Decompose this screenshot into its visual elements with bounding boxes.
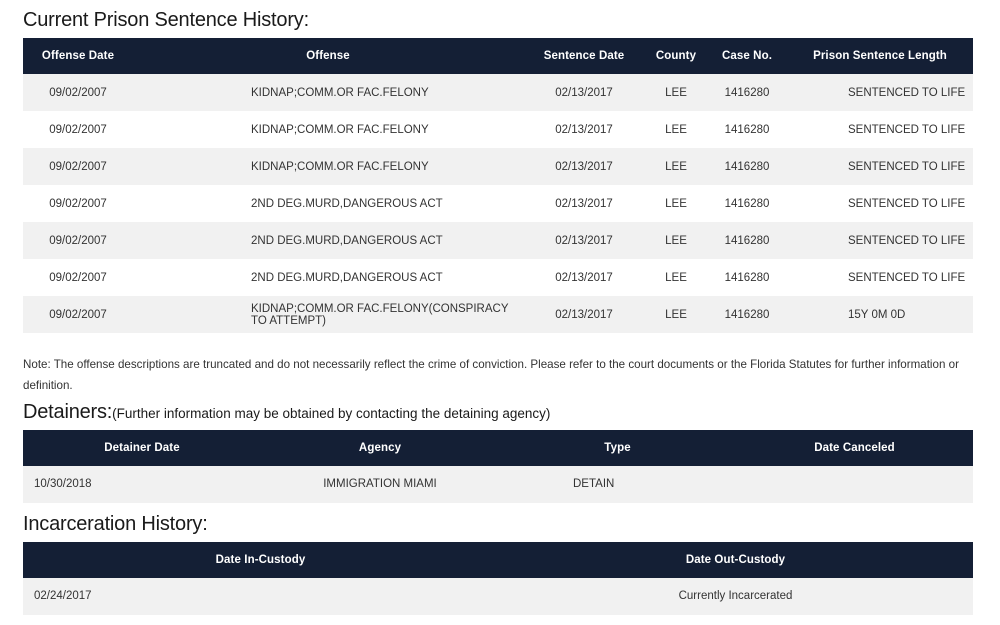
cell-case-no: 1416280 — [724, 160, 770, 173]
prison-record-page: Current Prison Sentence History: Offense… — [0, 0, 1000, 625]
cell-case-no: 1416280 — [724, 123, 770, 136]
cell-sentence-date: 02/13/2017 — [555, 123, 613, 136]
cell-date-out-custody: Currently Incarcerated — [678, 590, 793, 603]
cell-offense-date: 09/02/2007 — [49, 123, 107, 136]
cell-case-no: 1416280 — [724, 197, 770, 210]
cell-county: LEE — [665, 308, 687, 321]
cell-sentence-date: 02/13/2017 — [555, 86, 613, 99]
cell-type: DETAIN — [573, 478, 615, 491]
cell-county: LEE — [665, 271, 687, 284]
cell-offense-date: 09/02/2007 — [49, 308, 107, 321]
page-title-detainers: Detainers: — [23, 400, 113, 423]
cell-county: LEE — [665, 123, 687, 136]
cell-sentence-length: SENTENCED TO LIFE — [848, 86, 966, 99]
table-row: 09/02/2007 2ND DEG.MURD,DANGEROUS ACT 02… — [23, 185, 973, 222]
prison-sentence-history-table: Offense Date Offense Sentence Date Count… — [23, 38, 973, 333]
cell-offense-date: 09/02/2007 — [49, 86, 107, 99]
cell-sentence-length: SENTENCED TO LIFE — [848, 271, 966, 284]
table-row: 09/02/2007 KIDNAP;COMM.OR FAC.FELONY 02/… — [23, 74, 973, 111]
column-header-offense-date: Offense Date — [23, 38, 133, 74]
column-header-agency: Agency — [261, 429, 499, 466]
cell-offense: 2ND DEG.MURD,DANGEROUS ACT — [251, 234, 443, 247]
column-header-county: County — [645, 38, 707, 74]
cell-date-canceled — [736, 466, 973, 503]
table-header-row: Detainer Date Agency Type Date Canceled — [23, 429, 973, 466]
column-header-offense: Offense — [133, 38, 523, 74]
cell-agency: IMMIGRATION MIAMI — [323, 478, 437, 491]
cell-offense: KIDNAP;COMM.OR FAC.FELONY — [251, 86, 429, 99]
table-row: 09/02/2007 KIDNAP;COMM.OR FAC.FELONY(CON… — [23, 296, 973, 333]
table-header-row: Date In-Custody Date Out-Custody — [23, 541, 973, 578]
offense-truncation-note: Note: The offense descriptions are trunc… — [23, 358, 959, 393]
page-title-prison-sentence-history: Current Prison Sentence History: — [23, 9, 309, 31]
cell-county: LEE — [665, 197, 687, 210]
table-header-row: Offense Date Offense Sentence Date Count… — [23, 38, 973, 74]
cell-sentence-date: 02/13/2017 — [555, 197, 613, 210]
cell-county: LEE — [665, 86, 687, 99]
cell-detainer-date: 10/30/2018 — [34, 478, 92, 491]
column-header-date-canceled: Date Canceled — [736, 429, 973, 466]
cell-offense-date: 09/02/2007 — [49, 197, 107, 210]
page-title-incarceration-history: Incarceration History: — [23, 512, 208, 535]
detainers-heading-row: Detainers: (Further information may be o… — [23, 397, 977, 424]
cell-case-no: 1416280 — [724, 86, 770, 99]
cell-sentence-date: 02/13/2017 — [555, 160, 613, 173]
column-header-date-out-custody: Date Out-Custody — [498, 541, 973, 578]
cell-sentence-date: 02/13/2017 — [555, 271, 613, 284]
detainers-table: Detainer Date Agency Type Date Canceled … — [23, 429, 973, 503]
cell-sentence-date: 02/13/2017 — [555, 234, 613, 247]
cell-sentence-length: SENTENCED TO LIFE — [848, 123, 966, 136]
cell-sentence-date: 02/13/2017 — [555, 308, 613, 321]
cell-date-in-custody: 02/24/2017 — [34, 590, 92, 603]
column-header-date-in-custody: Date In-Custody — [23, 541, 498, 578]
cell-sentence-length: SENTENCED TO LIFE — [848, 234, 966, 247]
table-row: 02/24/2017 Currently Incarcerated — [23, 577, 973, 615]
column-header-type: Type — [499, 429, 736, 466]
cell-offense-date: 09/02/2007 — [49, 271, 107, 284]
table-row: 09/02/2007 KIDNAP;COMM.OR FAC.FELONY 02/… — [23, 111, 973, 148]
table-row: 09/02/2007 KIDNAP;COMM.OR FAC.FELONY 02/… — [23, 148, 973, 185]
cell-county: LEE — [665, 234, 687, 247]
table-row: 09/02/2007 2ND DEG.MURD,DANGEROUS ACT 02… — [23, 259, 973, 296]
cell-sentence-length: SENTENCED TO LIFE — [848, 197, 966, 210]
table-row: 09/02/2007 2ND DEG.MURD,DANGEROUS ACT 02… — [23, 222, 973, 259]
cell-sentence-length: 15Y 0M 0D — [848, 308, 906, 321]
cell-case-no: 1416280 — [724, 234, 770, 247]
cell-offense: KIDNAP;COMM.OR FAC.FELONY(CONSPIRACY TO … — [251, 302, 509, 327]
cell-county: LEE — [665, 160, 687, 173]
column-header-sentence-date: Sentence Date — [523, 38, 645, 74]
cell-offense-date: 09/02/2007 — [49, 160, 107, 173]
cell-case-no: 1416280 — [724, 308, 770, 321]
table-row: 10/30/2018 IMMIGRATION MIAMI DETAIN — [23, 465, 973, 503]
column-header-detainer-date: Detainer Date — [23, 429, 261, 466]
cell-offense-date: 09/02/2007 — [49, 234, 107, 247]
cell-sentence-length: SENTENCED TO LIFE — [848, 160, 966, 173]
incarceration-history-table: Date In-Custody Date Out-Custody 02/24/2… — [23, 541, 973, 615]
cell-offense: KIDNAP;COMM.OR FAC.FELONY — [251, 123, 429, 136]
detainers-heading-note: (Further information may be obtained by … — [112, 405, 551, 421]
column-header-prison-sentence-length: Prison Sentence Length — [787, 38, 973, 74]
cell-offense: 2ND DEG.MURD,DANGEROUS ACT — [251, 271, 443, 284]
cell-case-no: 1416280 — [724, 271, 770, 284]
cell-offense: KIDNAP;COMM.OR FAC.FELONY — [251, 160, 429, 173]
column-header-case-no: Case No. — [707, 38, 787, 74]
cell-offense: 2ND DEG.MURD,DANGEROUS ACT — [251, 197, 443, 210]
